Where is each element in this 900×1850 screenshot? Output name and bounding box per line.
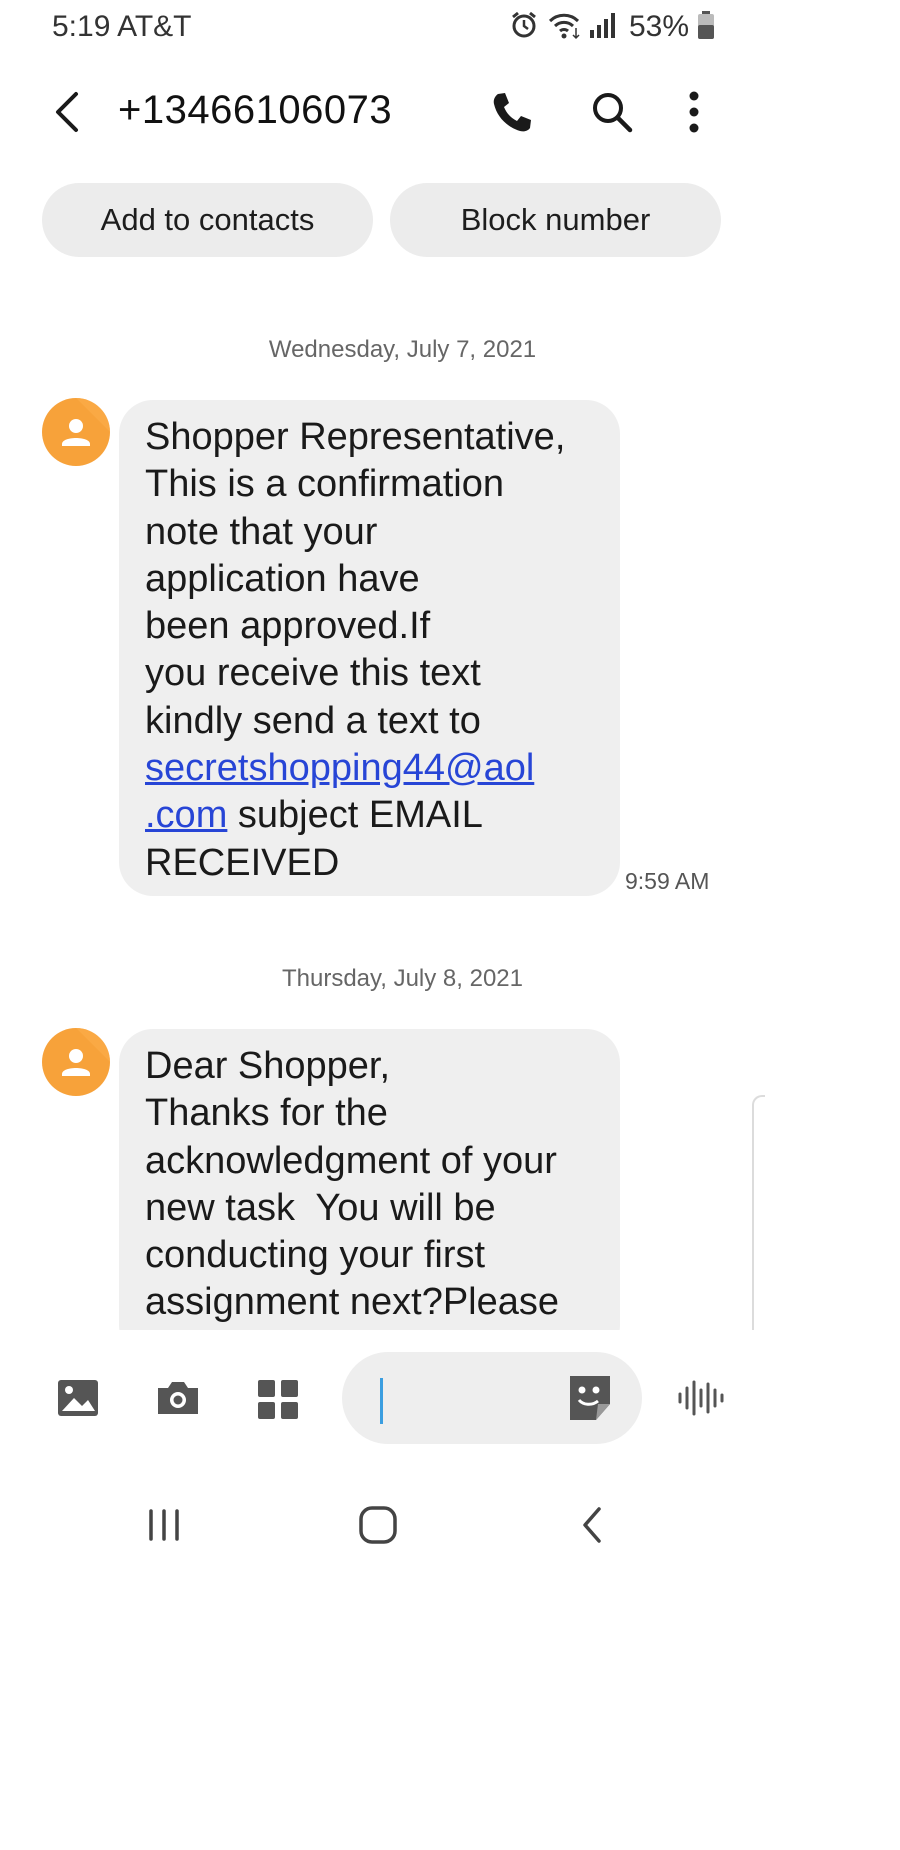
message-text: Shopper Representative, This is a confir… [145, 416, 566, 742]
home-icon[interactable] [348, 1495, 408, 1555]
wifi-icon [547, 10, 581, 45]
alarm-icon [509, 10, 539, 45]
camera-icon[interactable] [150, 1370, 206, 1426]
message-input-field[interactable] [342, 1352, 642, 1444]
message-bubble[interactable]: Shopper Representative, This is a confir… [119, 400, 620, 896]
status-time-carrier: 5:19 AT&T [52, 10, 192, 43]
block-number-button[interactable]: Block number [390, 183, 721, 257]
contact-number-title: +13466106073 [118, 88, 393, 132]
message-text: Dear Shopper, Thanks for the acknowledgm… [145, 1045, 560, 1324]
sticker-icon[interactable] [562, 1370, 618, 1426]
message-input[interactable] [390, 1372, 564, 1426]
gallery-icon[interactable] [50, 1370, 106, 1426]
signal-icon [589, 10, 617, 45]
date-separator: Wednesday, July 7, 2021 [268, 336, 537, 363]
text-caret [380, 1378, 383, 1424]
status-bar: 5:19 AT&T 53% [0, 0, 765, 55]
date-separator: Thursday, July 8, 2021 [281, 965, 524, 992]
conversation-header: +13466106073 [0, 70, 765, 155]
phone-icon[interactable] [488, 88, 536, 136]
message-timestamp: 9:59 AM [625, 868, 710, 894]
compose-bar [0, 1330, 765, 1470]
more-vertical-icon[interactable] [672, 88, 716, 136]
recent-apps-icon[interactable] [135, 1495, 195, 1555]
battery-icon [697, 10, 715, 45]
avatar [42, 398, 110, 466]
voice-record-icon[interactable] [672, 1370, 728, 1426]
status-icons: 53% [509, 10, 715, 44]
message-bubble[interactable]: Dear Shopper, Thanks for the acknowledgm… [119, 1029, 620, 1359]
avatar [42, 1028, 110, 1096]
back-arrow-icon[interactable] [50, 90, 90, 134]
search-icon[interactable] [588, 88, 636, 136]
navigation-bar [0, 1470, 765, 1580]
apps-grid-icon[interactable] [250, 1370, 306, 1426]
battery-percent: 53% [628, 10, 689, 43]
messages-screen: 5:19 AT&T 53% +13466106073 Add to contac… [0, 0, 765, 1850]
back-icon[interactable] [563, 1495, 623, 1555]
add-to-contacts-button[interactable]: Add to contacts [42, 183, 373, 257]
